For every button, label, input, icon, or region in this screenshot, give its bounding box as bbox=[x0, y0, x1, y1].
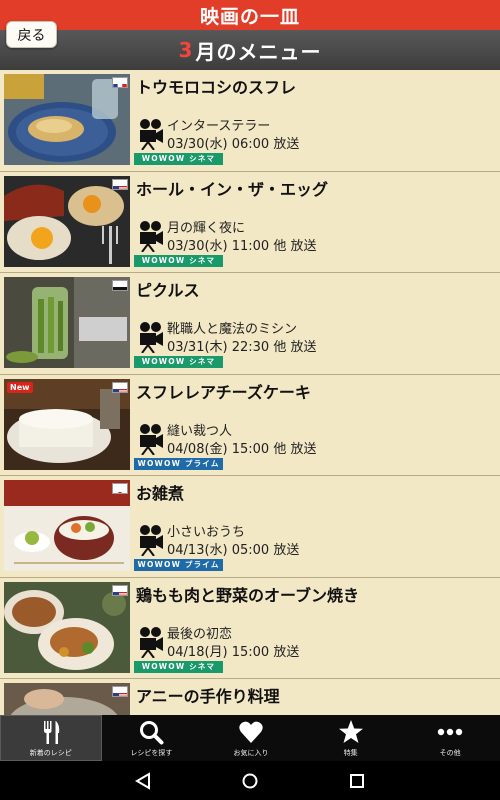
usa-flag-icon bbox=[112, 686, 128, 697]
recipe-thumbnail: New bbox=[4, 378, 130, 470]
tab-label: 特集 bbox=[343, 748, 358, 757]
channel-badge: WOWOW プライム bbox=[134, 457, 223, 470]
movie-title: 最後の初恋 bbox=[167, 626, 233, 642]
bottom-tab-bar: 新着のレシピ レシピを探す お気に入り 特集 その他 bbox=[0, 715, 500, 761]
usa-flag-icon bbox=[112, 584, 128, 596]
channel-badge: WOWOW シネマ bbox=[134, 254, 223, 267]
recipe-title: ピクルス bbox=[136, 281, 200, 300]
movie-title: 靴職人と魔法のミシン bbox=[167, 322, 298, 337]
movie-title: 小さいおうち bbox=[167, 525, 246, 540]
usa-flag-icon bbox=[112, 381, 128, 393]
germany-flag-icon bbox=[112, 280, 128, 291]
more-icon bbox=[437, 728, 463, 735]
movie-camera-icon bbox=[140, 322, 163, 353]
channel-badge: WOWOW シネマ bbox=[134, 153, 223, 165]
air-time: 03/30(水) 11:00 他 放送 bbox=[167, 238, 317, 254]
air-time: 03/31(木) 22:30 他 放送 bbox=[167, 340, 317, 355]
movie-camera-icon bbox=[140, 220, 163, 252]
month-menu-header: 3 月のメニュー bbox=[0, 30, 500, 70]
recipe-thumbnail bbox=[4, 581, 130, 673]
movie-title: インターステラー bbox=[167, 119, 271, 134]
recipe-row[interactable]: 鶏もも肉と野菜のオーブン焼き 最後の初恋 04/18(月) 15:00 放送 W… bbox=[0, 578, 500, 679]
tab-new-recipes[interactable]: 新着のレシピ bbox=[0, 715, 102, 761]
recipe-row[interactable]: ピクルス 靴職人と魔法のミシン 03/31(木) 22:30 他 放送 WOWO… bbox=[0, 273, 500, 375]
channel-badge: WOWOW シネマ bbox=[134, 660, 223, 673]
new-badge: New bbox=[7, 381, 33, 393]
japan-flag-icon bbox=[112, 483, 128, 494]
tab-search-recipes[interactable]: レシピを探す bbox=[102, 715, 202, 761]
search-icon bbox=[140, 720, 164, 744]
recipe-row[interactable]: ホール・イン・ザ・エッグ 月の輝く夜に 03/30(水) 11:00 他 放送 … bbox=[0, 172, 500, 273]
movie-camera-icon bbox=[140, 119, 163, 150]
recipe-thumbnail bbox=[4, 683, 130, 715]
system-nav-bar bbox=[0, 761, 500, 800]
app-header: 映画の一皿 bbox=[0, 0, 500, 30]
nav-back-button[interactable] bbox=[131, 769, 155, 793]
air-time: 04/08(金) 15:00 他 放送 bbox=[167, 441, 317, 457]
movie-camera-icon bbox=[140, 525, 163, 556]
month-number: 3 bbox=[178, 38, 194, 62]
recipe-row[interactable]: トウモロコシのスフレ インターステラー 03/30(水) 06:00 放送 WO… bbox=[0, 70, 500, 172]
tab-features[interactable]: 特集 bbox=[301, 715, 401, 761]
recipe-thumbnail bbox=[4, 175, 130, 267]
air-time: 03/30(水) 06:00 放送 bbox=[167, 137, 300, 152]
recipe-title: トウモロコシのスフレ bbox=[136, 78, 297, 97]
heart-icon bbox=[239, 721, 263, 743]
recipe-row[interactable]: New スフレレアチーズケーキ 縫い裁つ人 04/08(金) 15:00 他 放… bbox=[0, 375, 500, 476]
recipe-thumbnail bbox=[4, 74, 130, 165]
usa-flag-icon bbox=[112, 178, 128, 190]
recipe-list[interactable]: トウモロコシのスフレ インターステラー 03/30(水) 06:00 放送 WO… bbox=[0, 70, 500, 715]
star-icon bbox=[338, 719, 363, 743]
channel-badge: WOWOW プライム bbox=[134, 559, 223, 571]
month-menu-title: 月のメニュー bbox=[195, 39, 322, 64]
tab-more[interactable]: その他 bbox=[400, 715, 500, 761]
recipe-thumbnail bbox=[4, 480, 130, 571]
recipe-title: スフレレアチーズケーキ bbox=[136, 382, 311, 402]
recipe-title: ホール・イン・ザ・エッグ bbox=[136, 179, 329, 199]
tab-label: 新着のレシピ bbox=[29, 748, 72, 757]
movie-camera-icon bbox=[140, 423, 163, 455]
movie-title: 月の輝く夜に bbox=[167, 220, 246, 236]
tab-label: その他 bbox=[439, 748, 461, 757]
back-icon bbox=[135, 771, 151, 790]
home-icon bbox=[242, 773, 258, 788]
recipe-title: 鶏もも肉と野菜のオーブン焼き bbox=[136, 585, 360, 605]
nav-home-button[interactable] bbox=[238, 769, 262, 793]
movie-title: 縫い裁つ人 bbox=[167, 423, 233, 439]
tab-label: お気に入り bbox=[233, 748, 269, 757]
recipe-row[interactable]: お雑煮 小さいおうち 04/13(水) 05:00 放送 WOWOW プライム bbox=[0, 476, 500, 578]
tab-label: レシピを探す bbox=[130, 748, 173, 757]
recipe-title: お雑煮 bbox=[136, 484, 185, 503]
air-time: 04/13(水) 05:00 放送 bbox=[167, 543, 300, 558]
recipe-title: アニーの手作り料理 bbox=[136, 687, 280, 706]
channel-badge: WOWOW シネマ bbox=[134, 356, 223, 368]
tab-favorites[interactable]: お気に入り bbox=[201, 715, 301, 761]
back-button[interactable]: 戻る bbox=[6, 21, 57, 48]
nav-recents-button[interactable] bbox=[345, 769, 369, 793]
recents-icon bbox=[349, 773, 364, 788]
fork-knife-icon bbox=[43, 720, 59, 744]
app-title: 映画の一皿 bbox=[199, 5, 300, 28]
recipe-thumbnail bbox=[4, 277, 130, 368]
air-time: 04/18(月) 15:00 放送 bbox=[167, 644, 300, 660]
france-flag-icon bbox=[112, 77, 128, 88]
movie-camera-icon bbox=[140, 626, 163, 658]
recipe-row[interactable]: アニーの手作り料理 bbox=[0, 679, 500, 715]
